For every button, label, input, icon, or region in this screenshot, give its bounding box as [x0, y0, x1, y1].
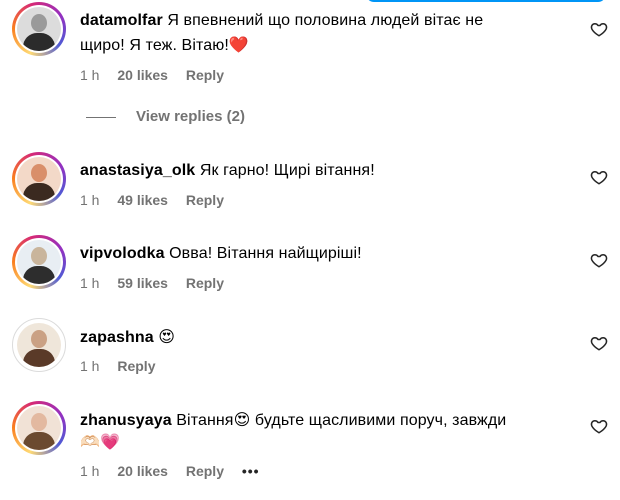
avatar	[17, 406, 61, 450]
heart-outline-icon[interactable]	[590, 417, 608, 435]
avatar-body	[23, 349, 55, 367]
view-replies-divider	[86, 116, 116, 118]
reply-button[interactable]: Reply	[186, 192, 224, 208]
reply-button[interactable]: Reply	[186, 67, 224, 83]
username[interactable]: anastasiya_olk	[80, 162, 195, 179]
reply-button[interactable]: Reply	[186, 463, 224, 479]
comment-meta: 1 h 20 likes Reply •••	[80, 463, 274, 479]
avatar-story-ring[interactable]	[12, 2, 66, 56]
avatar	[17, 323, 61, 367]
comment-text: zapashna 😍	[80, 326, 570, 349]
heart-outline-icon[interactable]	[590, 251, 608, 269]
avatar-body	[23, 33, 55, 51]
avatar-head	[31, 247, 47, 265]
avatar	[17, 157, 61, 201]
avatar-head	[31, 164, 47, 182]
view-replies-label: View replies (2)	[136, 108, 245, 125]
comment-body-rest: будьте щасливими поруч, завжди	[254, 412, 507, 429]
heart-eyes-emoji: 😍	[233, 410, 251, 429]
username[interactable]: vipvolodka	[80, 245, 165, 262]
avatar-story-ring[interactable]	[12, 235, 66, 289]
timestamp[interactable]: 1 h	[80, 358, 99, 374]
avatar-story-ring[interactable]	[12, 401, 66, 455]
likes-count[interactable]: 49 likes	[117, 192, 168, 208]
likes-count[interactable]: 20 likes	[117, 67, 168, 83]
username[interactable]: zapashna	[80, 329, 154, 346]
heart-eyes-emoji: 😍	[158, 327, 176, 346]
timestamp[interactable]: 1 h	[80, 67, 99, 83]
avatar-border	[15, 404, 63, 452]
comment-text: datamolfar Я впевнений що половина людей…	[80, 10, 570, 32]
comment-text-continued: 🫶🏻💗	[80, 431, 570, 454]
reply-button[interactable]: Reply	[186, 275, 224, 291]
reply-button[interactable]: Reply	[117, 358, 155, 374]
comment-meta: 1 h 59 likes Reply	[80, 275, 238, 291]
comment-text: zhanusyaya Вітання😍 будьте щасливими пор…	[80, 409, 570, 432]
timestamp[interactable]: 1 h	[80, 275, 99, 291]
view-replies-button[interactable]: View replies (2)	[86, 108, 245, 130]
username[interactable]: zhanusyaya	[80, 412, 172, 429]
avatar-border	[15, 321, 63, 369]
heart-outline-icon[interactable]	[590, 168, 608, 186]
avatar-head	[31, 14, 47, 32]
timestamp[interactable]: 1 h	[80, 463, 99, 479]
avatar	[17, 240, 61, 284]
comment-body: Овва! Вітання найщиріші!	[169, 245, 362, 262]
more-options-icon[interactable]: •••	[242, 463, 260, 479]
avatar-head	[31, 413, 47, 431]
heart-outline-icon[interactable]	[590, 334, 608, 352]
heart-emoji: ❤️	[228, 35, 249, 54]
comment-meta: 1 h Reply	[80, 358, 169, 374]
avatar-body	[23, 432, 55, 450]
avatar-border	[15, 155, 63, 203]
comment-body: Як гарно! Щирі вітання!	[199, 162, 375, 179]
timestamp[interactable]: 1 h	[80, 192, 99, 208]
avatar-border	[15, 238, 63, 286]
avatar-body	[23, 183, 55, 201]
top-edge	[0, 0, 620, 4]
likes-count[interactable]: 59 likes	[117, 275, 168, 291]
comment-body: Я впевнений що половина людей вітає не	[167, 12, 484, 29]
likes-count[interactable]: 20 likes	[117, 463, 168, 479]
comment-text: anastasiya_olk Як гарно! Щирі вітання!	[80, 160, 570, 182]
comment-text: vipvolodka Овва! Вітання найщиріші!	[80, 243, 570, 265]
avatar	[17, 7, 61, 51]
username[interactable]: datamolfar	[80, 12, 163, 29]
avatar-body	[23, 266, 55, 284]
comment-body: Вітання	[176, 412, 234, 429]
comment-meta: 1 h 20 likes Reply	[80, 67, 238, 83]
comment-body-line2: щиро! Я теж. Вітаю!	[80, 37, 229, 54]
comment-text-continued: щиро! Я теж. Вітаю!❤️	[80, 34, 570, 57]
avatar-border	[15, 5, 63, 53]
heart-outline-icon[interactable]	[590, 20, 608, 38]
hands-heart-emoji: 🫶🏻💗	[80, 432, 121, 451]
avatar-head	[31, 330, 47, 348]
avatar-story-ring[interactable]	[12, 152, 66, 206]
comment-meta: 1 h 49 likes Reply	[80, 192, 238, 208]
avatar-ring[interactable]	[12, 318, 66, 372]
